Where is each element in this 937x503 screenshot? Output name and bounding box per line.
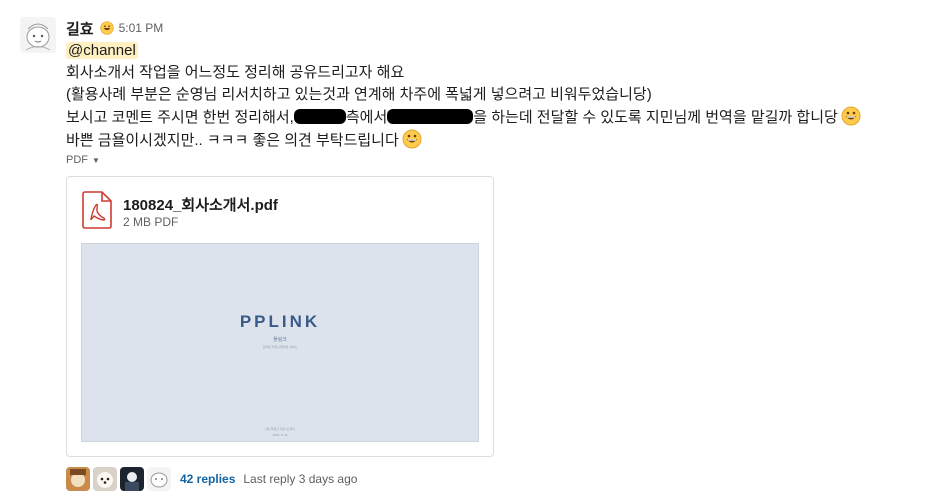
preview-footer: (주) 플링크 회사 소개서: [265, 427, 295, 431]
grinning-emoji-icon: [99, 21, 114, 35]
file-size: 2 MB PDF: [123, 215, 179, 229]
pdf-preview[interactable]: PPLINK 플링크 모바일 커뮤니케이션 서비스 (주) 플링크 회사 소개서…: [81, 243, 479, 442]
redacted-text: [387, 109, 474, 124]
thread-replies-link[interactable]: 42 replies: [180, 472, 235, 486]
preview-tagline: 모바일 커뮤니케이션 서비스: [262, 345, 298, 349]
file-attachment-card[interactable]: 180824_회사소개서.pdf 2 MB PDF PPLINK 플링크 모바일…: [66, 176, 494, 457]
attachment-type-label: PDF: [66, 154, 88, 166]
attachment-toggle[interactable]: PDF ▼: [66, 154, 100, 166]
message-header: 길효 5:01 PM: [66, 17, 163, 39]
preview-footer-date: 2018. 8. 24: [272, 433, 288, 437]
chevron-down-icon: ▼: [92, 155, 100, 165]
preview-title: PPLINK: [239, 312, 321, 331]
reply-avatar: [147, 467, 171, 491]
sender-name[interactable]: 길효: [66, 18, 94, 39]
user-avatar[interactable]: [20, 17, 56, 53]
message-body: @channel 회사소개서 작업을 어느정도 정리해 공유드리고자 해요 (활…: [66, 40, 926, 152]
message-line: 바쁜 금욜이시겠지만.. ㅋㅋㅋ 좋은 의견 부탁드립니다: [66, 129, 926, 152]
file-name[interactable]: 180824_회사소개서.pdf: [123, 194, 278, 215]
message-line: (활용사례 부분은 순영님 리서치하고 있는것과 연계해 차주에 폭넓게 넣으려…: [66, 86, 652, 103]
grinning-emoji-icon: [402, 129, 422, 149]
message-line: 회사소개서 작업을 어느정도 정리해 공유드리고자 해요: [66, 64, 405, 81]
grinning-emoji-icon: [841, 106, 861, 126]
redacted-text: [293, 109, 346, 124]
reply-avatar: [120, 467, 144, 491]
thread-summary[interactable]: 42 replies Last reply 3 days ago: [66, 467, 357, 491]
message-timestamp[interactable]: 5:01 PM: [119, 21, 164, 35]
reply-avatar: [66, 467, 90, 491]
pdf-file-icon: [82, 191, 112, 229]
channel-mention[interactable]: @channel: [66, 42, 138, 59]
message-line: 보시고 코멘트 주시면 한번 정리해서, 측에서 을 하는데 전달할 수 있도록 지…: [66, 106, 926, 129]
preview-subtitle: 플링크: [273, 337, 287, 343]
last-reply-time: Last reply 3 days ago: [243, 472, 358, 486]
reply-avatar: [93, 467, 117, 491]
